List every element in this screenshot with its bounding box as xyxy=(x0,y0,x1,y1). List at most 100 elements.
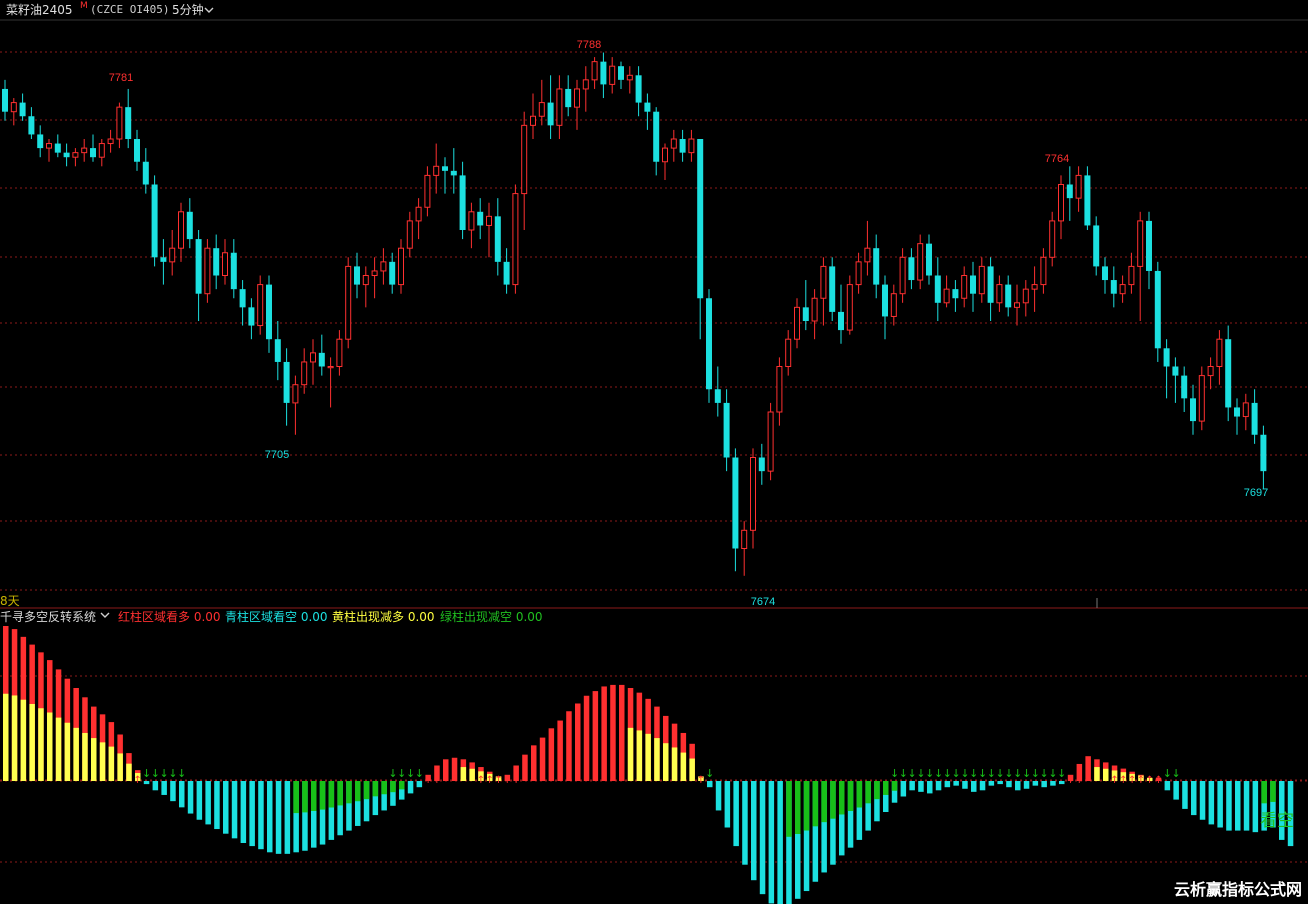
osc-bar-cyan xyxy=(223,781,229,834)
osc-bar-yellow xyxy=(64,722,71,781)
candle-body xyxy=(838,311,844,331)
osc-bar-green xyxy=(381,781,387,795)
osc-bar-cyan xyxy=(249,781,255,847)
candle-body xyxy=(160,257,167,262)
candle-body xyxy=(1084,175,1091,226)
candle-body xyxy=(1260,434,1267,472)
candle-body xyxy=(204,247,211,295)
chevron-down-icon[interactable] xyxy=(100,609,110,621)
osc-bar-green xyxy=(302,781,308,813)
osc-bar-cyan xyxy=(715,781,722,811)
candle-body xyxy=(1198,375,1205,422)
legend-green: 绿柱出现减空 0.00 xyxy=(440,609,543,625)
candle-body xyxy=(961,275,968,299)
osc-bar-cyan xyxy=(900,781,907,797)
price-label-low: 7697 xyxy=(1244,487,1268,499)
candle-body xyxy=(846,284,853,331)
candle-body xyxy=(292,384,299,404)
osc-bar-cyan xyxy=(988,781,995,786)
osc-bar-green xyxy=(883,781,889,795)
candle-body xyxy=(618,66,624,80)
osc-bar-cyan xyxy=(416,781,423,788)
up-arrow-icon: ↑ xyxy=(433,775,441,786)
osc-bar-cyan xyxy=(759,781,766,895)
osc-bar-cyan xyxy=(909,781,915,791)
osc-bar-cyan xyxy=(1243,781,1250,831)
osc-bar-yellow xyxy=(3,693,9,781)
osc-bar-yellow xyxy=(636,730,643,781)
osc-bar-yellow xyxy=(47,712,53,781)
up-arrow-icon: ↑ xyxy=(503,775,511,786)
price-label-low: 7674 xyxy=(751,596,775,608)
candle-body xyxy=(996,284,1003,304)
candle-body xyxy=(653,111,660,162)
candle-body xyxy=(1102,266,1108,281)
osc-bar-cyan xyxy=(407,781,414,794)
candle-body xyxy=(424,174,431,208)
candle-body xyxy=(1163,348,1170,367)
osc-bar-red xyxy=(451,757,458,781)
candle-body xyxy=(318,352,325,367)
up-arrow-icon: ↑ xyxy=(1119,775,1127,786)
candle-body xyxy=(142,161,149,185)
legend-red: 红柱区域看多 0.00 xyxy=(118,609,221,625)
candle-body xyxy=(635,75,642,103)
candle-body xyxy=(600,61,607,85)
candle-body xyxy=(151,184,158,258)
osc-bar-yellow xyxy=(82,732,88,781)
osc-bar-yellow xyxy=(11,695,18,781)
osc-bar-cyan xyxy=(1252,781,1259,833)
candle-body xyxy=(626,74,633,81)
osc-bar-green xyxy=(372,781,379,797)
candle-body xyxy=(723,402,730,458)
osc-bar-cyan xyxy=(143,781,150,785)
candle-body xyxy=(134,139,140,162)
osc-bar-cyan xyxy=(231,781,238,839)
candle-body xyxy=(178,211,184,249)
candle-body xyxy=(406,220,413,249)
up-arrow-icon: ↑ xyxy=(1154,775,1162,786)
candle-body xyxy=(1110,280,1117,294)
candle-body xyxy=(362,275,369,286)
candle-body xyxy=(63,152,70,158)
osc-bar-yellow xyxy=(689,758,695,781)
osc-bar-cyan xyxy=(240,781,247,843)
osc-bar-cyan xyxy=(1006,781,1012,788)
candle-body xyxy=(10,102,17,113)
candle-body xyxy=(257,284,264,327)
candle-body xyxy=(486,215,492,226)
candle-body xyxy=(890,293,897,317)
osc-bar-yellow xyxy=(126,763,132,781)
indicator-name[interactable]: 千寻多空反转系统 xyxy=(0,609,110,625)
candle-body xyxy=(565,88,572,108)
osc-bar-yellow xyxy=(108,746,115,781)
candle-body xyxy=(970,275,976,294)
osc-bar-yellow xyxy=(671,747,678,781)
osc-bar-red xyxy=(610,684,616,781)
osc-bar-red xyxy=(539,737,546,781)
osc-bar-cyan xyxy=(258,781,264,850)
osc-bar-cyan xyxy=(267,781,273,853)
down-arrow-icon: ↓ xyxy=(1057,767,1066,780)
candle-body xyxy=(213,248,220,276)
candle-body xyxy=(873,248,880,285)
candle-body xyxy=(802,307,809,321)
osc-bar-yellow xyxy=(73,727,79,781)
osc-bar-cyan xyxy=(962,781,968,789)
candle-body xyxy=(732,457,739,549)
candle-body xyxy=(1040,256,1047,286)
osc-bar-cyan xyxy=(205,781,211,825)
up-arrow-icon: ↑ xyxy=(134,775,142,786)
candle-body xyxy=(582,79,589,90)
osc-bar-cyan xyxy=(971,781,977,792)
osc-bar-yellow xyxy=(29,703,35,781)
candle-body xyxy=(1049,220,1056,258)
osc-bar-red xyxy=(566,711,572,781)
osc-bar-cyan xyxy=(1173,781,1179,800)
osc-bar-yellow xyxy=(117,753,123,781)
candle-body xyxy=(1014,302,1020,308)
osc-bar-green xyxy=(891,781,898,791)
chart-canvas[interactable]: 778177887764770576747697 ↑↓ ↓ ↓ ↓ ↓ ↓ ↓ ↓ ↓↑ ↑ ↑ ↑ ↑… xyxy=(0,0,1308,904)
candle-body xyxy=(125,107,132,139)
osc-bar-cyan xyxy=(1059,781,1065,785)
